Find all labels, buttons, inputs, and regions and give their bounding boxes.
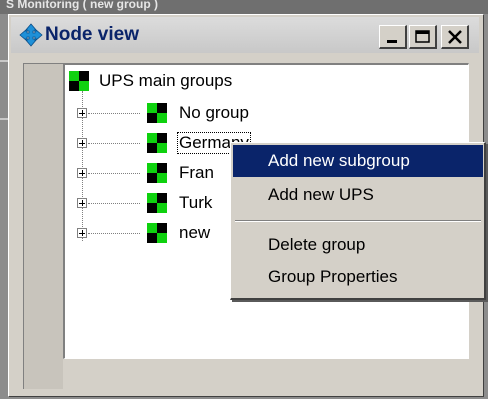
close-button[interactable] [441, 25, 469, 49]
group-node-icon [147, 103, 167, 123]
tree-connector [88, 143, 140, 144]
window-title: Node view [45, 24, 139, 45]
expand-plus-icon[interactable] [77, 228, 87, 238]
menu-separator [235, 220, 481, 222]
status-strip [63, 359, 469, 389]
tree-item-label: No group [179, 103, 249, 122]
expand-plus-icon[interactable] [77, 168, 87, 178]
tree-item-label: new [179, 223, 211, 242]
minimize-button[interactable] [379, 25, 407, 49]
expand-plus-icon[interactable] [77, 108, 87, 118]
background-window-title: S Monitoring ( new group ) [0, 0, 488, 14]
expand-plus-icon[interactable] [77, 138, 87, 148]
tree-connector [88, 173, 140, 174]
minimize-icon [387, 40, 397, 43]
expand-plus-icon[interactable] [77, 198, 87, 208]
tree-connector [88, 203, 140, 204]
move-arrows-icon [19, 23, 43, 47]
title-bar[interactable]: Node view [11, 17, 479, 53]
tree-item-no-group[interactable]: No group [65, 101, 365, 125]
menu-item-group-properties[interactable]: Group Properties [233, 261, 483, 293]
menu-item-add-new-subgroup[interactable]: Add new subgroup [233, 145, 483, 177]
group-node-icon [147, 133, 167, 153]
left-splitter-panel [23, 63, 63, 389]
tree-connector [88, 113, 140, 114]
group-node-icon [147, 193, 167, 213]
menu-item-add-new-ups[interactable]: Add new UPS [233, 179, 483, 211]
tree-root-label: UPS main groups [99, 71, 233, 90]
maximize-button[interactable] [409, 25, 437, 49]
menu-item-delete-group[interactable]: Delete group [233, 229, 483, 261]
group-node-icon [147, 163, 167, 183]
tree-item-label: Fran [179, 163, 214, 182]
tree-connector [88, 233, 140, 234]
context-menu: Add new subgroup Add new UPS Delete grou… [230, 142, 486, 300]
group-node-icon [69, 71, 89, 91]
tree-item-label: Turk [179, 193, 213, 212]
close-icon [448, 30, 462, 44]
group-node-icon [147, 223, 167, 243]
maximize-icon [415, 30, 430, 43]
